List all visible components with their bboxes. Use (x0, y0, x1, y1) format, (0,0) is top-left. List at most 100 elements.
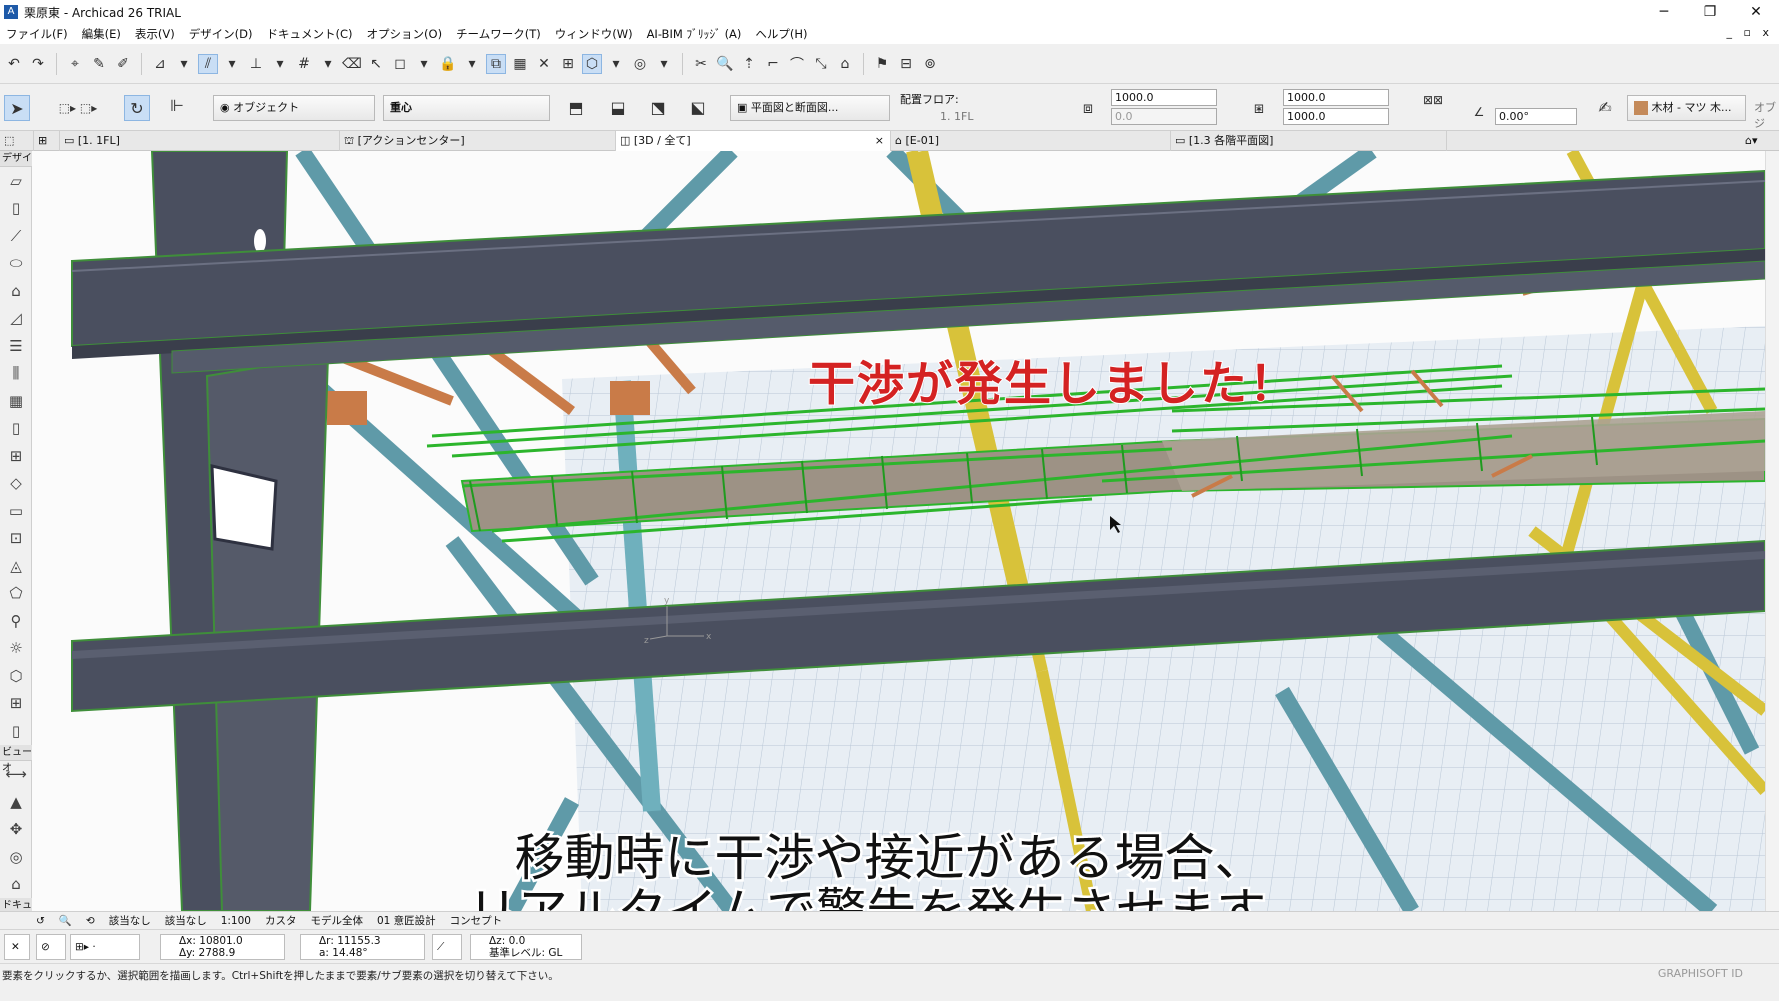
eraser-icon[interactable]: ⌫ (342, 54, 362, 74)
dropdown-arrow-icon[interactable]: ▾ (318, 54, 338, 74)
material-picker-icon[interactable]: ✍ (1592, 95, 1618, 121)
section-tool-icon[interactable]: ▯ (0, 717, 32, 745)
box-top-icon[interactable]: ⬒ (563, 95, 589, 121)
menu-teamwork[interactable]: チームワーク(T) (456, 26, 541, 42)
merge-icon[interactable]: ⊞ (558, 54, 578, 74)
table-icon[interactable]: ▦ (510, 54, 530, 74)
box-front-icon[interactable]: ⬔ (645, 95, 671, 121)
dropdown-arrow-icon[interactable]: ▾ (222, 54, 242, 74)
grid-tool-icon[interactable]: ⊞ (0, 690, 32, 718)
fillet-icon[interactable]: ⌐ (763, 54, 783, 74)
snap-guides-icon[interactable]: ⫽ (198, 53, 218, 74)
pick-up-icon[interactable]: ⌖ (65, 54, 85, 74)
marquee-icon[interactable]: ⬚ (0, 131, 34, 151)
guide-lines-icon[interactable]: ⊿ (150, 54, 170, 74)
layer-combo-dropdown[interactable]: コンセプト (450, 913, 503, 928)
model-view-dropdown[interactable]: モデル全体 (310, 913, 363, 928)
box-side-icon[interactable]: ⬓ (605, 95, 631, 121)
relative-coord-icon[interactable]: ⊘ (36, 934, 66, 960)
arrow-tool-icon[interactable]: ➤ (4, 95, 30, 121)
menu-design[interactable]: デザイン(D) (189, 26, 253, 42)
zone-tool-icon[interactable]: ⊡ (0, 525, 32, 553)
filter-dropdown[interactable]: ◉ オブジェクト (213, 95, 375, 121)
menu-view[interactable]: 表示(V) (135, 26, 175, 42)
menu-help[interactable]: ヘルプ(H) (755, 26, 807, 42)
gravity-icon[interactable]: ⊥ (246, 54, 266, 74)
scale-dropdown[interactable]: 1:100 (221, 915, 251, 927)
inject-icon[interactable]: ✐ (113, 54, 133, 74)
std-dropdown[interactable]: 01 意匠設計 (377, 913, 436, 928)
floor-value[interactable]: 1. 1FL (940, 110, 973, 123)
eyedropper-icon[interactable]: ✎ (89, 54, 109, 74)
snap-dropdown[interactable]: 重心 (383, 95, 550, 121)
explode-icon[interactable]: ✕ (534, 54, 554, 74)
delta-xy-box[interactable]: Δx: 10801.0 Δy: 2788.9 (160, 934, 285, 960)
menu-options[interactable]: オプション(O) (367, 26, 443, 42)
dimension-tool-icon[interactable]: ⟷ (0, 761, 32, 789)
skylight-tool-icon[interactable]: ◇ (0, 470, 32, 498)
wall-tool-icon[interactable]: ▱ (0, 167, 32, 195)
redo-icon[interactable]: ↷ (28, 54, 48, 74)
dropdown-arrow-icon[interactable]: ▾ (174, 54, 194, 74)
grid-snap-icon[interactable]: # (294, 54, 314, 74)
tab-3d[interactable]: ◫ [3D / 全て] × (616, 131, 891, 151)
element-filter-icon[interactable]: ⊩ (164, 93, 190, 119)
tab-action-center[interactable]: ⛫ [アクションセンター] (340, 131, 616, 151)
tab-overview-icon[interactable]: ⊞ (34, 131, 60, 151)
morph-tool-icon[interactable]: ⬠ (0, 580, 32, 608)
material-dropdown[interactable]: 木材 - マツ 木... (1627, 95, 1746, 121)
roof-tool-icon[interactable]: ⌂ (0, 277, 32, 305)
size-a-field[interactable]: 1000.0 (1111, 89, 1217, 106)
vertical-scrollbar[interactable] (1765, 151, 1779, 911)
menu-window[interactable]: ウィンドウ(W) (555, 26, 633, 42)
undefined-dropdown-1[interactable]: 該当なし (109, 913, 151, 928)
layer-icon[interactable]: ◻ (390, 54, 410, 74)
dropdown-arrow-icon[interactable]: ▾ (414, 54, 434, 74)
mirror-icon[interactable]: ⊠⊠ (1420, 87, 1446, 113)
mdi-controls[interactable]: _ ▫ x (1727, 26, 1773, 39)
trim-icon[interactable]: ✂ (691, 54, 711, 74)
publish-icon[interactable]: ⊚ (920, 54, 940, 74)
view-display-dropdown[interactable]: ▣ 平面図と断面図... (730, 95, 890, 121)
size-b2-field[interactable]: 1000.0 (1283, 108, 1389, 125)
column-tool-icon[interactable]: ▯ (0, 195, 32, 223)
tab-menu-icon[interactable]: ⌂▾ (1741, 131, 1779, 151)
undo-icon[interactable]: ↶ (4, 54, 24, 74)
menu-file[interactable]: ファイル(F) (6, 26, 68, 42)
size-a2-field[interactable]: 0.0 (1111, 108, 1217, 125)
graphisoft-id-label[interactable]: GRAPHISOFT ID (1658, 967, 1743, 980)
suspend-groups-icon[interactable]: ⧉ (486, 53, 506, 74)
custom-dropdown[interactable]: カスタ (265, 913, 297, 928)
window-tool-icon[interactable]: ⊞ (0, 442, 32, 470)
layout-icon[interactable]: ⊟ (896, 54, 916, 74)
railing-tool-icon[interactable]: ⫼ (0, 360, 32, 388)
close-tab-icon[interactable]: × (875, 131, 884, 151)
curtain-wall-tool-icon[interactable]: ▦ (0, 387, 32, 415)
shell-tool-icon[interactable]: ◿ (0, 305, 32, 333)
lamp-tool-icon[interactable]: ☼ (0, 635, 32, 663)
size-b-field[interactable]: 1000.0 (1283, 89, 1389, 106)
resize-icon[interactable]: ⤡ (811, 54, 831, 74)
minimize-button[interactable]: ─ (1641, 0, 1687, 24)
figure-tool-icon[interactable]: ⚲ (0, 607, 32, 635)
beam-tool-icon[interactable]: ⟋ (0, 222, 32, 250)
3d-model-canvas[interactable]: y x z (32, 151, 1765, 911)
flag-icon[interactable]: ⚑ (872, 54, 892, 74)
dropdown-arrow-icon[interactable]: ▾ (270, 54, 290, 74)
nav-orbit-icon[interactable]: ⟲ (86, 915, 95, 927)
pen-icon[interactable]: ⟋ (432, 934, 462, 960)
delta-z-box[interactable]: Δz: 0.0 基準レベル: GL (470, 934, 582, 960)
snap-point-icon[interactable]: ⊞▸ · (70, 934, 140, 960)
lock-icon[interactable]: 🔒 (438, 54, 458, 74)
undefined-dropdown-2[interactable]: 該当なし (165, 913, 207, 928)
restore-button[interactable]: ❐ (1687, 0, 1733, 24)
menu-document[interactable]: ドキュメント(C) (267, 26, 353, 42)
cursor-snap-icon[interactable]: ↖ (366, 54, 386, 74)
3d-view-icon[interactable]: ⬡ (582, 53, 602, 74)
mesh-tool-icon[interactable]: ◬ (0, 552, 32, 580)
3d-viewport[interactable]: y x z (32, 151, 1765, 911)
menu-ai-bim-bridge[interactable]: AI-BIM ﾌﾞﾘｯｼﾞ (A) (647, 26, 742, 42)
dropdown-arrow-icon[interactable]: ▾ (462, 54, 482, 74)
cube-tool-icon[interactable]: ⬡ (0, 662, 32, 690)
dropdown-arrow-icon[interactable]: ▾ (606, 54, 626, 74)
